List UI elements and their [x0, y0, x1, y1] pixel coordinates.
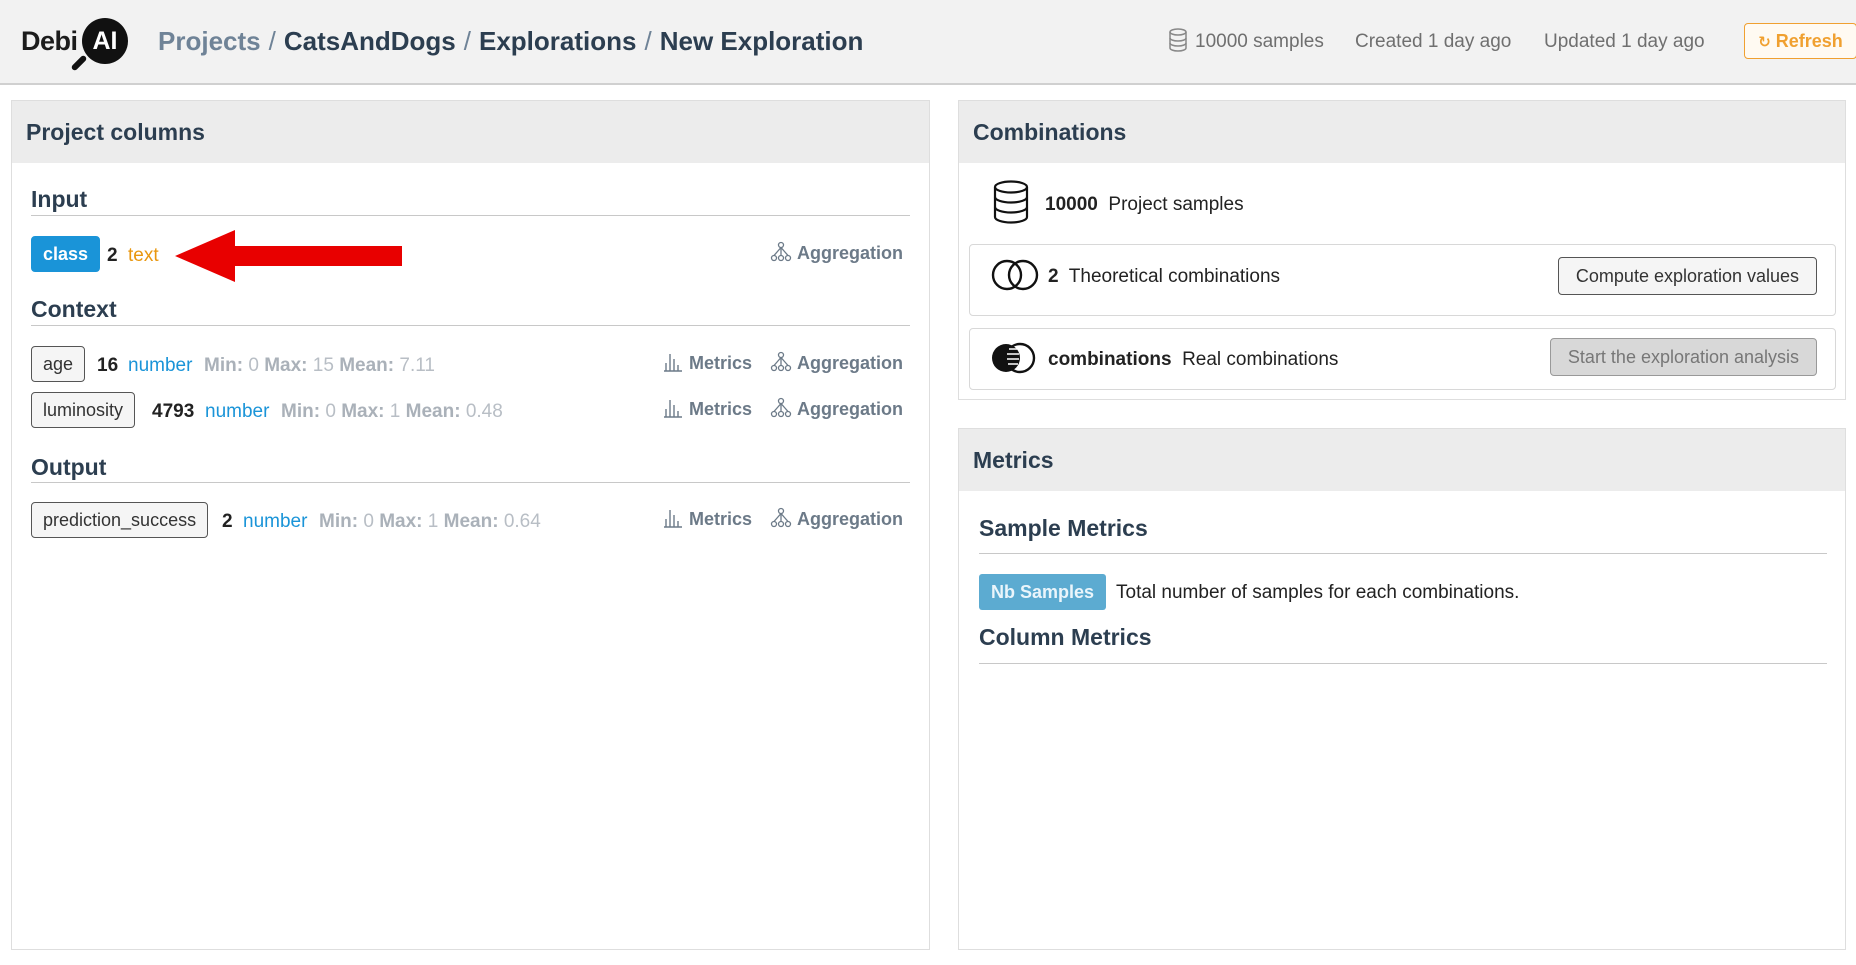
aggregation-icon [770, 241, 792, 262]
breadcrumb: Projects / CatsAndDogs / Explorations / New Ex… [158, 26, 863, 57]
refresh-button[interactable]: ↻ Refresh [1744, 23, 1856, 59]
bar-chart-icon [664, 400, 682, 418]
column-metrics-title: Column Metrics [979, 624, 1152, 650]
aggregation-icon [770, 507, 792, 528]
divider [979, 663, 1827, 664]
start-exploration-analysis-button[interactable]: Start the exploration analysis [1550, 338, 1817, 376]
divider [31, 215, 910, 216]
metrics-button-prediction-success[interactable]: Metrics [662, 507, 752, 530]
metrics-button-luminosity[interactable]: Metrics [662, 397, 752, 420]
logo-magnifier-handle [70, 54, 88, 72]
aggregation-label: Aggregation [797, 243, 903, 263]
breadcrumb-separator: / [268, 26, 276, 56]
column-count: 4793 [152, 401, 195, 422]
column-type: number [205, 401, 270, 422]
aggregation-button-age[interactable]: Aggregation [770, 351, 903, 374]
metrics-label: Metrics [689, 353, 753, 373]
metrics-panel: Metrics [958, 428, 1846, 950]
created-date: Created 1 day ago [1355, 31, 1512, 52]
theoretical-combinations: 2 Theoretical combinations [1048, 266, 1281, 287]
breadcrumb-explorations[interactable]: Explorations [479, 26, 636, 56]
column-stats: Min: 0 Max: 1 Mean: 0.64 [319, 511, 541, 532]
debiai-logo[interactable]: Debi AI [20, 16, 130, 72]
breadcrumb-separator: / [463, 26, 471, 56]
divider [31, 482, 910, 483]
column-tag-luminosity[interactable]: luminosity [31, 392, 136, 428]
aggregation-label: Aggregation [797, 353, 903, 373]
intersection-icon [992, 342, 1036, 374]
venn-icon [991, 259, 1039, 291]
logo-badge: AI [82, 18, 128, 64]
panel-title: Project columns [12, 101, 929, 163]
column-type: text [128, 245, 159, 266]
column-tag-prediction-success[interactable]: prediction_success [31, 502, 209, 538]
refresh-icon: ↻ [1758, 34, 1771, 51]
column-stats: Min: 0 Max: 15 Mean: 7.11 [204, 355, 435, 376]
breadcrumb-separator: / [644, 26, 652, 56]
project-samples: 10000 Project samples [1045, 194, 1244, 215]
column-count: 16 [97, 355, 119, 376]
aggregation-label: Aggregation [797, 509, 903, 529]
panel-title: Combinations [959, 101, 1845, 163]
nb-samples-badge[interactable]: Nb Samples [979, 574, 1107, 610]
compute-exploration-values-button[interactable]: Compute exploration values [1558, 257, 1817, 295]
metrics-button-age[interactable]: Metrics [662, 351, 752, 374]
aggregation-icon [770, 351, 792, 372]
breadcrumb-project[interactable]: CatsAndDogs [284, 26, 456, 56]
divider [31, 325, 910, 326]
metrics-label: Metrics [689, 509, 753, 529]
samples-count: 10000 samples [1195, 31, 1324, 52]
aggregation-button-prediction-success[interactable]: Aggregation [770, 507, 903, 530]
sample-metrics-title: Sample Metrics [979, 515, 1148, 541]
input-section-title: Input [31, 186, 88, 212]
output-section-title: Output [31, 454, 107, 480]
logo-text: Debi [21, 26, 78, 56]
column-type: number [243, 511, 308, 532]
aggregation-label: Aggregation [797, 399, 903, 419]
nb-samples-description: Total number of samples for each combina… [1116, 582, 1520, 603]
divider [979, 553, 1827, 554]
database-icon [993, 180, 1029, 224]
column-tag-class[interactable]: class [31, 236, 101, 272]
column-stats: Min: 0 Max: 1 Mean: 0.48 [281, 401, 503, 422]
aggregation-button-class[interactable]: Aggregation [770, 241, 903, 264]
refresh-label: Refresh [1775, 31, 1843, 51]
metrics-label: Metrics [689, 399, 753, 419]
column-count: 2 [222, 511, 233, 532]
column-type: number [128, 355, 193, 376]
context-section-title: Context [31, 296, 117, 322]
breadcrumb-current: New Exploration [659, 26, 864, 56]
column-tag-age[interactable]: age [31, 346, 86, 382]
bar-chart-icon [664, 510, 682, 528]
aggregation-button-luminosity[interactable]: Aggregation [770, 397, 903, 420]
aggregation-icon [770, 397, 792, 418]
real-combinations: combinations Real combinations [1048, 349, 1339, 370]
panel-title: Metrics [959, 429, 1845, 491]
bar-chart-icon [664, 354, 682, 372]
database-icon [1169, 28, 1187, 52]
breadcrumb-projects[interactable]: Projects [158, 26, 261, 56]
column-count: 2 [107, 245, 118, 266]
app-header: Debi AI Projects / CatsAndDogs / Exploration… [0, 0, 1856, 85]
updated-date: Updated 1 day ago [1544, 31, 1705, 52]
red-arrow-annotation [175, 230, 402, 282]
